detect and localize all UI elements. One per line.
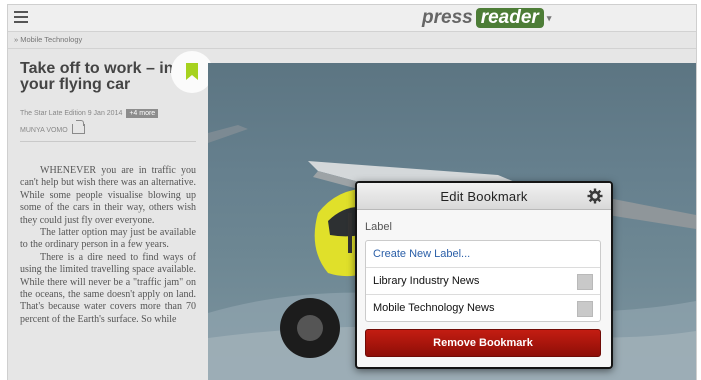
article-headline: Take off to work – in your flying car xyxy=(20,60,174,93)
label-item-library-industry-news[interactable]: Library Industry News xyxy=(366,268,600,295)
article-paragraph: WHENEVER you are in traffic you can't he… xyxy=(20,165,196,226)
create-new-label-item[interactable]: Create New Label... xyxy=(366,241,600,268)
divider xyxy=(20,141,196,142)
pressreader-logo[interactable]: press reader ▾ xyxy=(422,7,552,29)
article-paragraph: There is a dire need to find ways of usi… xyxy=(20,251,196,325)
article-meta: The Star Late Edition 9 Jan 2014 +4 more xyxy=(20,109,159,118)
label-item-mobile-technology-news[interactable]: Mobile Technology News xyxy=(366,295,600,321)
menu-icon[interactable] xyxy=(14,11,28,24)
label-checkbox[interactable] xyxy=(577,274,593,290)
app-window: press reader ▾ » Mobile Technology Take of… xyxy=(7,4,697,380)
more-editions-badge[interactable]: +4 more xyxy=(126,109,159,118)
article-author: MUNYA VOMO xyxy=(20,127,68,134)
dialog-title: Edit Bookmark xyxy=(440,189,528,204)
bookmark-button[interactable] xyxy=(171,51,213,93)
top-bar: press reader ▾ xyxy=(8,5,696,32)
gear-icon[interactable] xyxy=(587,188,603,204)
label-checkbox[interactable] xyxy=(577,301,593,317)
remove-bookmark-button[interactable]: Remove Bookmark xyxy=(365,329,601,357)
label-list: Create New Label... Library Industry New… xyxy=(365,240,601,322)
label-name: Mobile Technology News xyxy=(373,302,495,314)
logo-press: press xyxy=(422,7,473,29)
article-date: 9 Jan 2014 xyxy=(87,110,123,117)
article-source[interactable]: The Star Late Edition xyxy=(20,110,86,117)
article-body: WHENEVER you are in traffic you can't he… xyxy=(20,165,196,326)
chevron-down-icon: ▾ xyxy=(546,13,552,23)
label-heading: Label xyxy=(365,221,392,233)
logo-reader: reader xyxy=(475,8,544,29)
bookmark-icon xyxy=(186,63,198,80)
dialog-header: Edit Bookmark xyxy=(357,183,611,210)
label-name: Library Industry News xyxy=(373,275,480,287)
edit-bookmark-dialog: Edit Bookmark Label Create New Label... … xyxy=(355,181,613,369)
breadcrumb[interactable]: » Mobile Technology xyxy=(14,35,82,44)
article-author-row: MUNYA VOMO xyxy=(20,120,85,134)
article-paragraph: The latter option may just be available … xyxy=(20,227,196,251)
share-icon[interactable] xyxy=(71,120,85,134)
